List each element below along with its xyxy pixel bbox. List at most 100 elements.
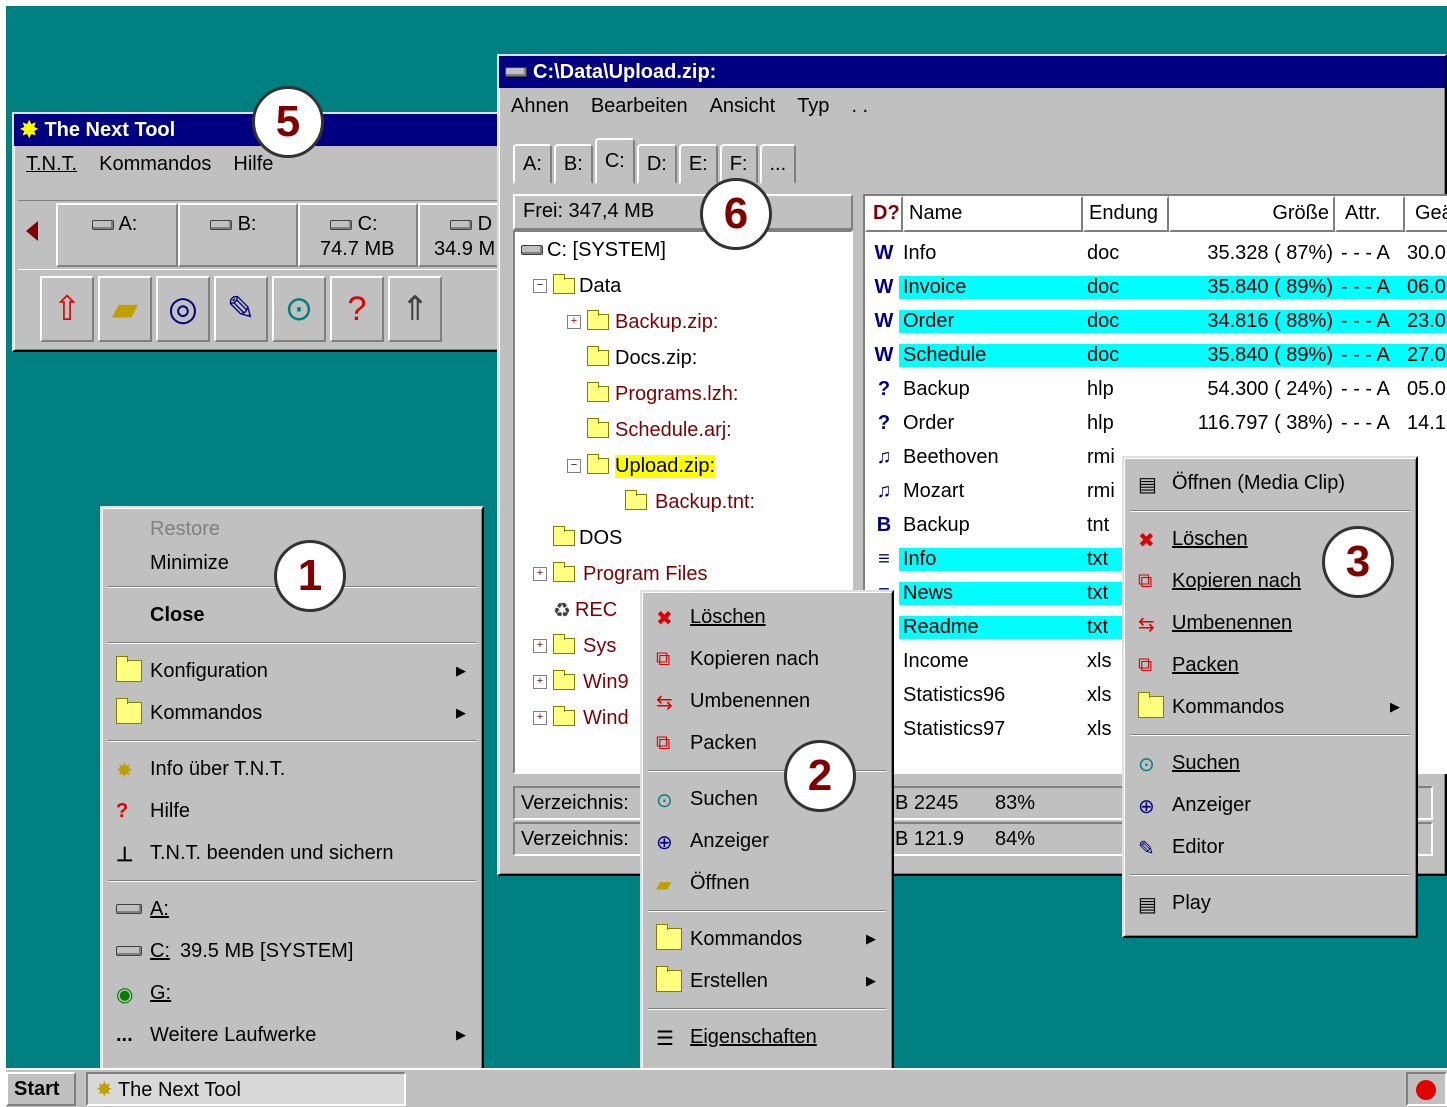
menu2-loeschen[interactable]: ✖ Löschen — [646, 596, 888, 638]
tab-e[interactable]: E: — [678, 144, 718, 184]
expand-icon[interactable]: + — [533, 639, 547, 653]
menu2-oeffnen[interactable]: ▰ Öffnen — [646, 862, 888, 904]
expand-icon[interactable]: + — [533, 675, 547, 689]
menu-restore[interactable]: Restore — [106, 512, 478, 546]
file-row[interactable]: W Order doc 34.816 ( 88%) - - - A 23.0 — [865, 304, 1447, 338]
expand-icon[interactable]: + — [533, 711, 547, 725]
menu2-kopieren[interactable]: ⧉ Kopieren nach — [646, 638, 888, 680]
menu-beenden[interactable]: ⊥ T.N.T. beenden und sichern — [106, 832, 478, 874]
menu2-kommandos[interactable]: Kommandos ▶ — [646, 918, 888, 960]
menu-kommandos[interactable]: Kommandos ▶ — [106, 692, 478, 734]
drive-c-button[interactable]: C: 74.7 MB — [298, 203, 418, 267]
drive-a-button[interactable]: A: — [56, 203, 178, 267]
menu3-anzeiger[interactable]: ⊕ Anzeiger — [1128, 784, 1412, 826]
menu2-umbenennen[interactable]: ⇆ Umbenennen — [646, 680, 888, 722]
menu3-packen[interactable]: ⧉ Packen — [1128, 644, 1412, 686]
file-list-header: D? Name Endung Größe Attr. Geä — [865, 196, 1447, 232]
menu-typ[interactable]: Typ — [797, 95, 829, 118]
tree-item-backup-tnt[interactable]: Backup.tnt: — [625, 484, 755, 520]
file-row[interactable]: W Info doc 35.328 ( 87%) - - - A 30.0 — [865, 236, 1447, 270]
file-row[interactable]: W Schedule doc 35.840 ( 89%) - - - A 27.0 — [865, 338, 1447, 372]
col-endung-label: Endung — [1089, 202, 1158, 224]
file-row[interactable]: ? Order hlp 116.797 ( 38%) - - - A 14.1 — [865, 406, 1447, 440]
expand-icon[interactable]: + — [533, 567, 547, 581]
col-geaendert[interactable]: Geä — [1405, 196, 1447, 232]
menu3-kommandos[interactable]: Kommandos ▶ — [1128, 686, 1412, 728]
edit-icon[interactable]: ✎ — [214, 276, 268, 342]
expand-icon[interactable]: + — [567, 315, 581, 329]
taskbar-task-tnt[interactable]: ✸ The Next Tool — [86, 1072, 406, 1106]
tnt-menu-hilfe[interactable]: Hilfe — [233, 153, 273, 176]
menu3-editor[interactable]: ✎ Editor — [1128, 826, 1412, 868]
explorer-titlebar[interactable]: C:\Data\Upload.zip: — [499, 56, 1445, 88]
menu-drive-a[interactable]: A: — [106, 888, 478, 930]
rocket-icon[interactable]: ⇑ — [388, 276, 442, 342]
menu3-suchen[interactable]: ⊙ Suchen — [1128, 742, 1412, 784]
menu-info[interactable]: ✸ Info über T.N.T. — [106, 748, 478, 790]
tree-item-c[interactable]: C: [SYSTEM] — [521, 232, 666, 268]
menu3-oeffnen-media[interactable]: ▤ Öffnen (Media Clip) — [1128, 462, 1412, 504]
tab-more[interactable]: ... — [759, 144, 797, 184]
tnt-menu-kommandos[interactable]: Kommandos — [99, 153, 211, 176]
tnt-menu-tnt[interactable]: T.N.T. — [26, 153, 77, 176]
oeffnen-label: Öffnen — [690, 871, 750, 894]
col-name[interactable]: Name — [903, 196, 1083, 232]
file-date: 05.0 — [1407, 377, 1446, 400]
tab-b[interactable]: B: — [553, 144, 593, 184]
tree-item-backup-zip[interactable]: + Backup.zip: — [567, 304, 718, 340]
tree-item-win9[interactable]: + Win9 — [533, 664, 629, 700]
collapse-icon[interactable]: − — [533, 279, 547, 293]
menu-bearbeiten[interactable]: Bearbeiten — [591, 95, 688, 118]
collapse-icon[interactable]: − — [567, 459, 581, 473]
find-icon[interactable]: ◎ — [156, 276, 210, 342]
file-row[interactable]: W Invoice doc 35.840 ( 89%) - - - A 06.0 — [865, 270, 1447, 304]
drive-a-label: A: — [118, 213, 138, 235]
menu2-eigenschaften[interactable]: ☰ Eigenschaften — [646, 1016, 888, 1058]
menu2-erstellen[interactable]: Erstellen ▶ — [646, 960, 888, 1002]
menu3-play[interactable]: ▤ Play — [1128, 882, 1412, 924]
file-size: 54.300 ( 24%) — [1207, 377, 1333, 400]
tree-item-recycled[interactable]: ♻ REC — [553, 592, 617, 628]
scroll-left-icon[interactable] — [26, 221, 38, 241]
up-folder-icon[interactable]: ⇧ — [40, 276, 94, 342]
submenu-arrow-icon: ▶ — [866, 973, 876, 988]
col-endung[interactable]: Endung — [1083, 196, 1169, 232]
tree-item-data[interactable]: − Data — [533, 268, 621, 304]
tree-item-program-files[interactable]: + Program Files — [533, 556, 707, 592]
col-attr[interactable]: Attr. — [1335, 196, 1405, 232]
tab-d[interactable]: D: — [636, 144, 677, 184]
menu3-umbenennen[interactable]: ⇆ Umbenennen — [1128, 602, 1412, 644]
col-groesse[interactable]: Größe — [1169, 196, 1335, 232]
menu2-packen[interactable]: ⧉ Packen — [646, 722, 888, 764]
drive-d-button[interactable]: D 34.9 M — [418, 203, 506, 267]
menu-drive-c[interactable]: C: 39.5 MB [SYSTEM] — [106, 930, 478, 972]
tnt-drivebar: A: B: C: 74.7 MB D 34.9 M — [18, 200, 506, 270]
menu-ansicht[interactable]: Ansicht — [710, 95, 776, 118]
tray-record-icon[interactable] — [1416, 1080, 1436, 1100]
col-icon[interactable]: D? — [865, 196, 903, 232]
menu-ahnen[interactable]: Ahnen — [511, 95, 569, 118]
file-row[interactable]: ? Backup hlp 54.300 ( 24%) - - - A 05.0 — [865, 372, 1447, 406]
tree-item-schedule-arj[interactable]: Schedule.arj: — [587, 412, 732, 448]
open-folder-icon[interactable]: ▰ — [98, 276, 152, 342]
search-icon[interactable]: ⊙ — [272, 276, 326, 342]
tree-item-wind[interactable]: + Wind — [533, 700, 629, 736]
drive-b-button[interactable]: B: — [178, 203, 298, 267]
menu2-anzeiger[interactable]: ⊕ Anzeiger — [646, 820, 888, 862]
menu-weitere-laufwerke[interactable]: ... Weitere Laufwerke ▶ — [106, 1014, 478, 1056]
menu-more[interactable]: . . — [851, 95, 868, 118]
start-button[interactable]: Start — [6, 1072, 76, 1106]
help-icon[interactable]: ? — [330, 276, 384, 342]
tree-item-programs-lzh[interactable]: Programs.lzh: — [587, 376, 738, 412]
menu-drive-g[interactable]: ◉ G: — [106, 972, 478, 1014]
tree-item-dos[interactable]: DOS — [553, 520, 622, 556]
menu-konfiguration[interactable]: Konfiguration ▶ — [106, 650, 478, 692]
menu-hilfe[interactable]: ? Hilfe — [106, 790, 478, 832]
tree-item-sys[interactable]: + Sys — [533, 628, 616, 664]
tree-item-upload-zip[interactable]: − Upload.zip: — [567, 448, 716, 484]
col-name-label: Name — [909, 202, 963, 224]
tree-item-docs-zip[interactable]: Docs.zip: — [587, 340, 697, 376]
tab-c[interactable]: C: — [594, 138, 635, 184]
drive-a-label: A: — [150, 897, 169, 920]
tab-a[interactable]: A: — [513, 144, 552, 184]
